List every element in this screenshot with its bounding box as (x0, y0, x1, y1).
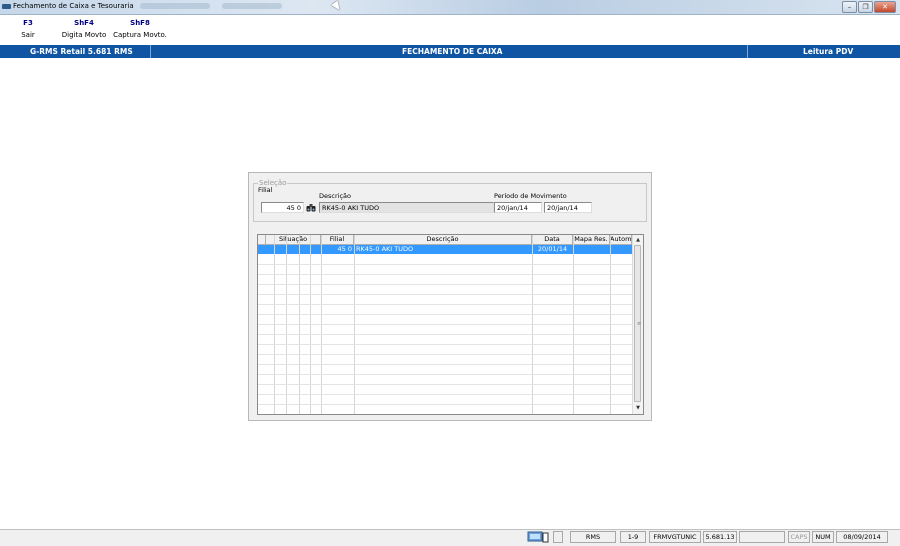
vertical-scrollbar[interactable]: ▲ ≡ ▼ (632, 235, 643, 414)
fkey-label: Sair (21, 31, 35, 39)
status-program: FRMVGTUNIC (649, 531, 701, 543)
blurred-title-area (222, 3, 282, 9)
header-divider (150, 45, 151, 58)
scroll-down-icon[interactable]: ▼ (634, 404, 642, 412)
column-header-filial[interactable]: Filial (321, 235, 354, 244)
fkey-code: F3 (23, 19, 33, 27)
grid-line (258, 294, 632, 295)
cell-descricao: RK45-0 AKI TUDO (356, 245, 414, 253)
descricao-field: RK45-0 AKI TUDO (319, 202, 494, 213)
window-controls: – ❐ ✕ (841, 1, 896, 13)
header-divider (747, 45, 748, 58)
movements-grid[interactable]: Situação Filial Descrição Data Mapa Res.… (257, 234, 644, 415)
grid-line (258, 344, 632, 345)
column-header-descricao[interactable]: Descrição (354, 235, 532, 244)
selection-group: Seleção Filial 45 0 Descrição RK45-0 AKI… (253, 179, 647, 222)
selection-panel: Seleção Filial 45 0 Descrição RK45-0 AKI… (248, 172, 652, 421)
grid-line (258, 334, 632, 335)
status-bar: RMS 1-9 FRMVGTUNIC 5.681.13 CAPS NUM 08/… (0, 529, 900, 546)
status-db: RMS (570, 531, 616, 543)
grid-line (258, 284, 632, 285)
scroll-up-icon[interactable]: ▲ (634, 236, 642, 244)
header-right-title: Leitura PDV (803, 47, 854, 56)
status-date: 08/09/2014 (836, 531, 888, 543)
cell-filial: 45 0 (337, 245, 352, 253)
status-version: 5.681.13 (703, 531, 737, 543)
fkey-digita-movto-button[interactable]: ShF4 Digita Movto (60, 19, 108, 39)
filial-field[interactable]: 45 0 (261, 202, 304, 213)
header-center-title: FECHAMENTO DE CAIXA (402, 47, 503, 56)
grid-line (258, 364, 632, 365)
filial-label: Filial (258, 186, 273, 194)
fkey-code: ShF4 (74, 19, 94, 27)
header-bar: G-RMS Retail 5.681 RMS FECHAMENTO DE CAI… (0, 45, 900, 58)
binoculars-search-icon[interactable] (306, 203, 316, 212)
column-header-autom[interactable]: Autom. (610, 235, 634, 244)
table-row[interactable]: 45 0 RK45-0 AKI TUDO 20/01/14 (258, 245, 632, 254)
monitor-icon (527, 531, 549, 543)
fkey-sair-button[interactable]: F3 Sair (20, 19, 36, 39)
fkey-label: Captura Movto. (113, 31, 167, 39)
grid-line (258, 304, 632, 305)
grid-corner (258, 235, 266, 244)
page-icon (553, 531, 563, 543)
fkey-label: Digita Movto (61, 31, 107, 39)
grid-line (258, 384, 632, 385)
grid-line (258, 374, 632, 375)
status-empty (739, 531, 785, 543)
window-title: Fechamento de Caixa e Tesouraria (13, 2, 134, 10)
periodo-end-field[interactable]: 20/jan/14 (544, 202, 592, 213)
header-left-title: G-RMS Retail 5.681 RMS (30, 47, 133, 56)
scroll-grip-icon: ≡ (637, 321, 642, 327)
grid-line (258, 274, 632, 275)
function-key-toolbar: F3 Sair ShF4 Digita Movto ShF8 Captura M… (0, 16, 900, 44)
restore-icon[interactable]: ❐ (858, 1, 873, 13)
scroll-thumb[interactable]: ≡ (634, 245, 641, 402)
blurred-title-area (140, 3, 210, 9)
grid-line (258, 324, 632, 325)
minimize-icon[interactable]: – (842, 1, 857, 13)
mouse-cursor-icon (331, 0, 343, 13)
grid-header: Situação Filial Descrição Data Mapa Res.… (258, 235, 634, 245)
cell-data: 20/01/14 (537, 245, 568, 253)
column-header-data[interactable]: Data (532, 235, 573, 244)
close-icon[interactable]: ✕ (874, 1, 896, 13)
status-caps: CAPS (788, 531, 810, 543)
grid-line (258, 314, 632, 315)
fkey-code: ShF8 (130, 19, 150, 27)
periodo-start-field[interactable]: 20/jan/14 (494, 202, 542, 213)
window-title-bar[interactable]: Fechamento de Caixa e Tesouraria – ❐ ✕ (0, 0, 900, 15)
status-num: NUM (812, 531, 834, 543)
status-pages: 1-9 (620, 531, 646, 543)
fkey-captura-movto-button[interactable]: ShF8 Captura Movto. (113, 19, 167, 39)
grid-line (258, 264, 632, 265)
grid-line (258, 394, 632, 395)
app-icon (2, 4, 11, 9)
descricao-label: Descrição (319, 192, 351, 200)
column-header-mapa-res[interactable]: Mapa Res. (573, 235, 610, 244)
grid-line (258, 404, 632, 405)
grid-line (258, 354, 632, 355)
periodo-label: Período de Movimento (494, 192, 567, 200)
